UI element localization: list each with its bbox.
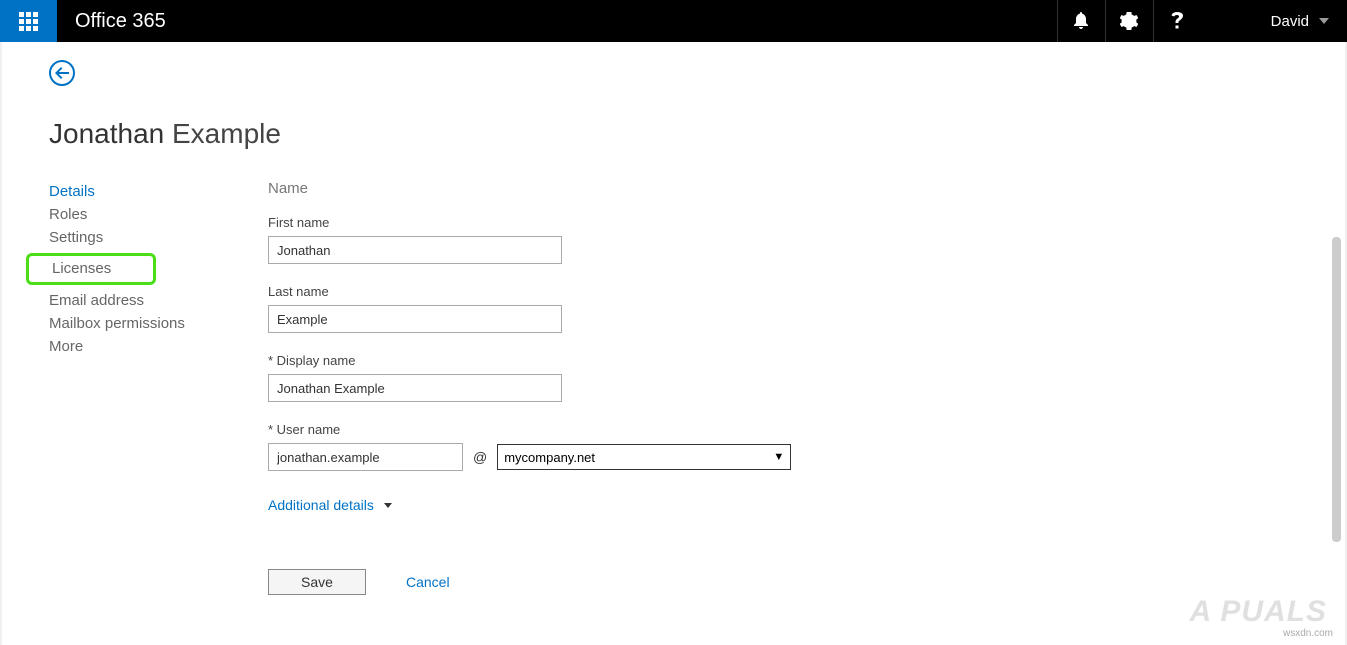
chevron-down-icon <box>1319 18 1329 24</box>
gear-icon <box>1120 12 1138 30</box>
topbar-actions: David <box>1057 0 1347 42</box>
display-name-label: * Display name <box>268 353 1345 368</box>
last-name-label: Last name <box>268 284 1345 299</box>
sidebar-item-email-address[interactable]: Email address <box>49 289 268 312</box>
top-bar: Office 365 David <box>0 0 1347 42</box>
display-name-input[interactable] <box>268 374 562 402</box>
sidebar-nav: Details Roles Settings Licenses Email ad… <box>49 180 268 595</box>
brand-title: Office 365 <box>75 10 166 33</box>
help-button[interactable] <box>1153 0 1201 42</box>
user-name-label: David <box>1271 13 1309 30</box>
dropdown-arrow-icon: ▼ <box>773 451 784 463</box>
additional-details-toggle[interactable]: Additional details <box>268 497 392 513</box>
scrollbar[interactable] <box>1332 237 1341 542</box>
first-name-input[interactable] <box>268 236 562 264</box>
back-button[interactable] <box>49 60 75 86</box>
section-heading-name: Name <box>268 180 1345 197</box>
content-area: Jonathan Example Details Roles Settings … <box>0 42 1347 645</box>
sidebar-item-more[interactable]: More <box>49 335 268 358</box>
sidebar-item-roles[interactable]: Roles <box>49 203 268 226</box>
chevron-down-icon <box>384 503 392 508</box>
notifications-button[interactable] <box>1057 0 1105 42</box>
form-area: Name First name Last name * Display name… <box>268 180 1345 595</box>
sidebar-item-details[interactable]: Details <box>49 180 268 203</box>
title-first-name: Jonathan <box>49 118 164 149</box>
title-last-name: Example <box>172 118 281 149</box>
domain-select-value: mycompany.net <box>504 450 595 465</box>
waffle-icon <box>19 12 38 31</box>
app-launcher-button[interactable] <box>0 0 57 42</box>
question-icon <box>1171 12 1183 30</box>
last-name-input[interactable] <box>268 305 562 333</box>
highlight-box: Licenses <box>26 253 156 285</box>
settings-button[interactable] <box>1105 0 1153 42</box>
logo-watermark: A PUALS <box>1189 595 1327 629</box>
user-name-label: * User name <box>268 422 1345 437</box>
save-button[interactable]: Save <box>268 569 366 595</box>
cancel-button[interactable]: Cancel <box>406 574 450 590</box>
additional-details-label: Additional details <box>268 497 374 513</box>
watermark-text: wsxdn.com <box>1283 628 1333 639</box>
user-menu[interactable]: David <box>1201 0 1347 42</box>
bell-icon <box>1073 12 1089 30</box>
sidebar-item-licenses[interactable]: Licenses <box>52 260 111 277</box>
arrow-left-icon <box>55 67 69 79</box>
first-name-label: First name <box>268 215 1345 230</box>
sidebar-item-settings[interactable]: Settings <box>49 226 268 249</box>
page-title: Jonathan Example <box>49 118 1345 150</box>
at-symbol: @ <box>473 449 487 465</box>
user-name-input[interactable] <box>268 443 463 471</box>
domain-select[interactable]: mycompany.net ▼ <box>497 444 791 470</box>
sidebar-item-mailbox-permissions[interactable]: Mailbox permissions <box>49 312 268 335</box>
